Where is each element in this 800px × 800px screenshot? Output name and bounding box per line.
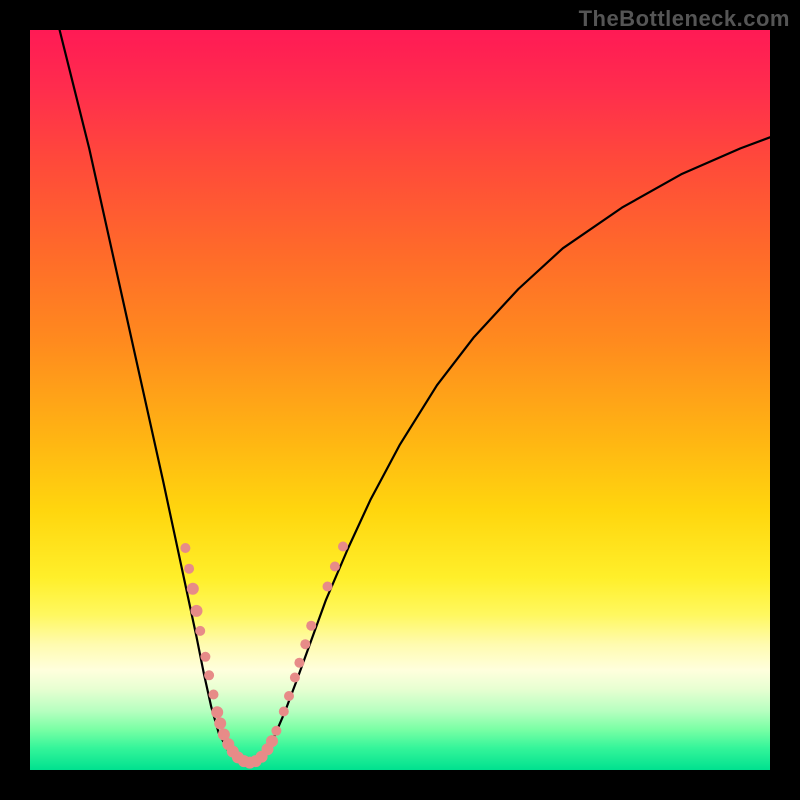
data-point — [290, 673, 300, 683]
data-point — [200, 652, 210, 662]
data-point — [191, 605, 203, 617]
bottleneck-curve — [60, 30, 770, 763]
data-point — [294, 658, 304, 668]
data-point — [284, 691, 294, 701]
data-point — [279, 707, 289, 717]
data-point — [209, 690, 219, 700]
data-point — [187, 583, 199, 595]
data-point — [338, 542, 348, 552]
data-point — [330, 562, 340, 572]
data-point — [300, 639, 310, 649]
plot-area — [30, 30, 770, 770]
data-point — [323, 582, 333, 592]
chart-frame: TheBottleneck.com — [0, 0, 800, 800]
data-point — [180, 543, 190, 553]
scatter-points — [180, 542, 348, 769]
data-point — [204, 670, 214, 680]
data-point — [271, 726, 281, 736]
data-point — [195, 626, 205, 636]
data-point — [184, 564, 194, 574]
data-point — [266, 735, 278, 747]
watermark-text: TheBottleneck.com — [579, 6, 790, 32]
data-point — [214, 717, 226, 729]
data-point — [306, 621, 316, 631]
chart-svg — [30, 30, 770, 770]
data-point — [211, 706, 223, 718]
